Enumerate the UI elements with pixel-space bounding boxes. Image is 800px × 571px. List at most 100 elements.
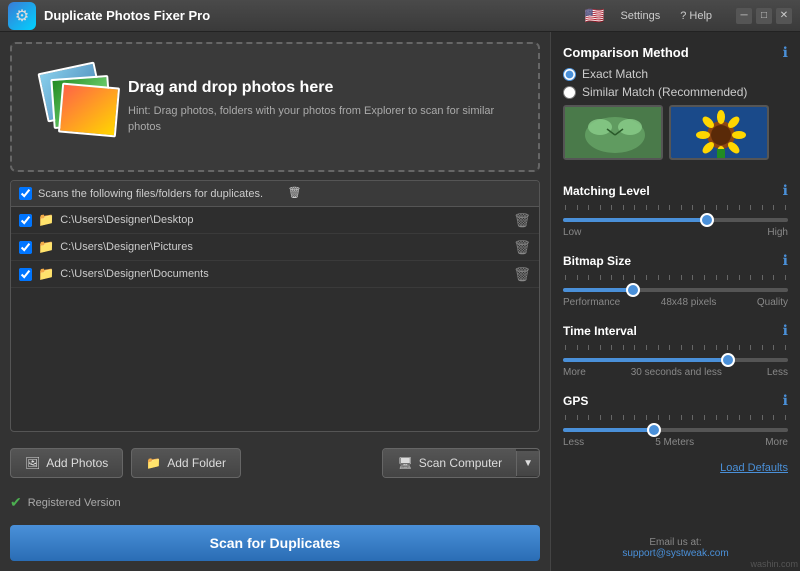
drag-drop-text: Drag and drop photos here Hint: Drag pho… bbox=[128, 79, 518, 136]
scan-duplicates-button[interactable]: Scan for Duplicates bbox=[10, 525, 540, 561]
butterfly-thumbnail bbox=[563, 105, 663, 160]
minimize-button[interactable]: ─ bbox=[736, 8, 752, 24]
comparison-radio-group: Exact Match Similar Match (Recommended) bbox=[563, 67, 788, 99]
gps-less-label: Less bbox=[563, 437, 584, 448]
file-list-header: Scans the following files/folders for du… bbox=[11, 181, 539, 207]
settings-button[interactable]: Settings bbox=[616, 8, 664, 24]
delete-all-button[interactable]: 🗑 bbox=[288, 188, 532, 199]
gps-info-icon[interactable]: ℹ bbox=[783, 392, 788, 409]
drag-drop-hint: Hint: Drag photos, folders with your pho… bbox=[128, 103, 518, 136]
matching-level-info-icon[interactable]: ℹ bbox=[783, 182, 788, 199]
email-section: Email us at: support@systweak.com bbox=[563, 533, 788, 559]
gps-ticks bbox=[563, 415, 788, 420]
matching-level-slider[interactable] bbox=[563, 218, 788, 222]
window-buttons: ─ □ ✕ bbox=[736, 8, 792, 24]
bitmap-performance-label: Performance bbox=[563, 297, 620, 308]
bitmap-quality-label: Quality bbox=[757, 297, 788, 308]
time-interval-header: Time Interval ℹ bbox=[563, 322, 788, 339]
comparison-method-header: Comparison Method ℹ bbox=[563, 44, 788, 61]
time-interval-info-icon[interactable]: ℹ bbox=[783, 322, 788, 339]
sunflower-thumbnail bbox=[669, 105, 769, 160]
email-link[interactable]: support@systweak.com bbox=[622, 548, 728, 559]
scan-computer-dropdown[interactable]: ▼ bbox=[516, 451, 539, 476]
time-center-label: 30 seconds and less bbox=[631, 367, 722, 378]
time-interval-title: Time Interval bbox=[563, 324, 637, 338]
time-interval-section: Time Interval ℹ More 30 seconds and less… bbox=[563, 322, 788, 378]
select-all-checkbox[interactable] bbox=[19, 187, 32, 200]
similar-match-option[interactable]: Similar Match (Recommended) bbox=[563, 85, 788, 99]
matching-level-title: Matching Level bbox=[563, 184, 650, 198]
matching-low-label: Low bbox=[563, 227, 581, 238]
time-interval-ticks bbox=[563, 345, 788, 350]
left-panel: Drag and drop photos here Hint: Drag pho… bbox=[0, 32, 550, 571]
file-checkbox-1[interactable] bbox=[19, 241, 32, 254]
email-label: Email us at: bbox=[563, 537, 788, 548]
flag-icon: 🇺🇸 bbox=[585, 6, 605, 26]
scan-computer-button[interactable]: 🖥 Scan Computer bbox=[383, 449, 516, 477]
folder-icon-2: 📁 bbox=[38, 266, 54, 282]
status-label: Registered Version bbox=[28, 497, 121, 509]
time-interval-ends: More 30 seconds and less Less bbox=[563, 367, 788, 378]
exact-match-option[interactable]: Exact Match bbox=[563, 67, 788, 81]
gps-center-label: 5 Meters bbox=[655, 437, 694, 448]
exact-match-radio[interactable] bbox=[563, 68, 576, 81]
bottom-action-bar: 🖼 Add Photos 📁 Add Folder 🖥 Scan Compute… bbox=[10, 440, 540, 482]
gps-more-label: More bbox=[765, 437, 788, 448]
similar-match-label: Similar Match (Recommended) bbox=[582, 85, 747, 99]
drag-drop-area[interactable]: Drag and drop photos here Hint: Drag pho… bbox=[10, 42, 540, 172]
bitmap-size-ticks bbox=[563, 275, 788, 280]
watermark: washin.com bbox=[750, 559, 798, 569]
add-photos-label: Add Photos bbox=[46, 456, 108, 470]
photo-card-3 bbox=[58, 83, 120, 138]
comparison-info-icon[interactable]: ℹ bbox=[783, 44, 788, 61]
registered-icon: ✔ bbox=[10, 494, 22, 511]
app-icon: ⚙ bbox=[8, 2, 36, 30]
matching-level-section: Matching Level ℹ Low High bbox=[563, 182, 788, 238]
file-checkbox-2[interactable] bbox=[19, 268, 32, 281]
bitmap-center-label: 48x48 pixels bbox=[661, 297, 717, 308]
bitmap-size-title: Bitmap Size bbox=[563, 254, 631, 268]
bitmap-size-slider[interactable] bbox=[563, 288, 788, 292]
maximize-button[interactable]: □ bbox=[756, 8, 772, 24]
exact-match-label: Exact Match bbox=[582, 67, 648, 81]
add-folder-button[interactable]: 📁 Add Folder bbox=[131, 448, 241, 478]
gps-slider[interactable] bbox=[563, 428, 788, 432]
title-bar-left: ⚙ Duplicate Photos Fixer Pro bbox=[8, 2, 210, 30]
help-button[interactable]: ? Help bbox=[676, 8, 716, 24]
scan-computer-wrapper: 🖥 Scan Computer ▼ bbox=[382, 448, 540, 478]
gps-ends: Less 5 Meters More bbox=[563, 437, 788, 448]
scan-computer-label: Scan Computer bbox=[419, 456, 502, 470]
similar-match-radio[interactable] bbox=[563, 86, 576, 99]
add-folder-label: Add Folder bbox=[167, 456, 226, 470]
delete-item-0[interactable]: 🗑 bbox=[513, 213, 531, 227]
add-photos-button[interactable]: 🖼 Add Photos bbox=[10, 448, 123, 478]
gps-header: GPS ℹ bbox=[563, 392, 788, 409]
right-panel: Comparison Method ℹ Exact Match Similar … bbox=[550, 32, 800, 571]
gps-section: GPS ℹ Less 5 Meters More bbox=[563, 392, 788, 448]
file-list: Scans the following files/folders for du… bbox=[10, 180, 540, 432]
bitmap-size-header: Bitmap Size ℹ bbox=[563, 252, 788, 269]
bitmap-size-section: Bitmap Size ℹ Performance 48x48 pixels Q… bbox=[563, 252, 788, 308]
comparison-thumbnails bbox=[563, 105, 788, 160]
comparison-method-section: Comparison Method ℹ Exact Match Similar … bbox=[563, 44, 788, 168]
matching-level-ticks bbox=[563, 205, 788, 210]
comparison-method-title: Comparison Method bbox=[563, 45, 689, 60]
folder-icon-1: 📁 bbox=[38, 239, 54, 255]
file-path-1: C:\Users\Designer\Pictures bbox=[60, 241, 507, 253]
delete-item-2[interactable]: 🗑 bbox=[513, 267, 531, 281]
file-checkbox-0[interactable] bbox=[19, 214, 32, 227]
load-defaults-button[interactable]: Load Defaults bbox=[563, 462, 788, 474]
photo-stack bbox=[32, 67, 112, 147]
list-item: 📁 C:\Users\Designer\Desktop 🗑 bbox=[11, 207, 539, 234]
delete-item-1[interactable]: 🗑 bbox=[513, 240, 531, 254]
folder-icon-0: 📁 bbox=[38, 212, 54, 228]
matching-level-ends: Low High bbox=[563, 227, 788, 238]
title-bar: ⚙ Duplicate Photos Fixer Pro 🇺🇸 Settings… bbox=[0, 0, 800, 32]
bitmap-size-ends: Performance 48x48 pixels Quality bbox=[563, 297, 788, 308]
close-button[interactable]: ✕ bbox=[776, 8, 792, 24]
matching-level-header: Matching Level ℹ bbox=[563, 182, 788, 199]
time-more-label: More bbox=[563, 367, 586, 378]
time-interval-slider[interactable] bbox=[563, 358, 788, 362]
add-photos-icon: 🖼 bbox=[25, 456, 40, 470]
bitmap-size-info-icon[interactable]: ℹ bbox=[783, 252, 788, 269]
